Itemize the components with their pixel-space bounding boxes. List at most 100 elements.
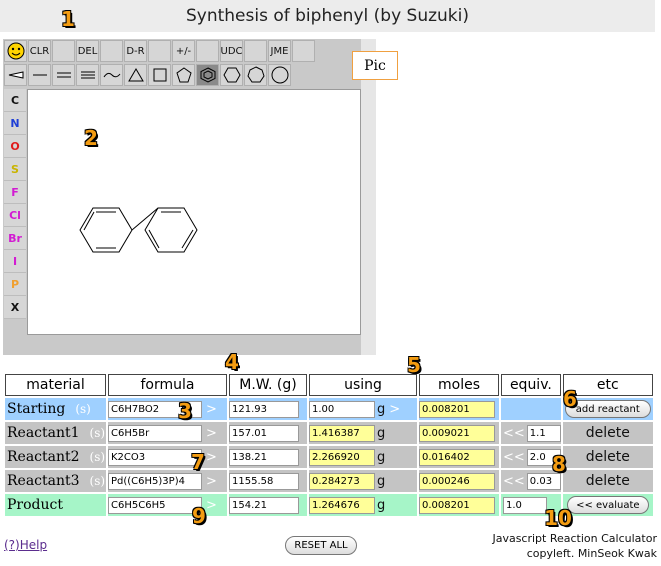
atom-x-button[interactable]: X (4, 296, 26, 319)
material-name: Reactant1 (7, 425, 80, 441)
material-name: Reactant3 (7, 473, 80, 489)
delete-button[interactable]: delete (562, 470, 653, 492)
jme-button[interactable]: JME (268, 40, 291, 62)
material-name: Product (7, 497, 63, 513)
arrow-right-icon[interactable]: > (389, 402, 400, 417)
reaction-table: material formula M.W. (g) using moles eq… (3, 372, 655, 518)
heptagon-icon[interactable] (244, 64, 267, 86)
delete-tool-button[interactable]: DEL (76, 40, 99, 62)
wedge-icon[interactable] (4, 64, 27, 86)
octagon-icon[interactable] (268, 64, 291, 86)
mw-cell: 157.01 (229, 422, 307, 444)
mw-input[interactable]: 1155.58 (229, 472, 299, 490)
callout-badge-10: 10 (544, 506, 572, 530)
col-header-equiv: equiv. (501, 374, 561, 396)
state-label[interactable]: (s) (90, 426, 106, 440)
mw-input[interactable]: 121.93 (229, 400, 299, 418)
moles-input[interactable]: 0.008201 (419, 496, 495, 514)
atom-i-button[interactable]: I (4, 250, 26, 273)
evaluate-button[interactable]: << evaluate (566, 496, 649, 514)
using-cell: 0.284273 g (309, 470, 417, 492)
pentagon-icon[interactable] (172, 64, 195, 86)
unit-label: g (377, 449, 386, 465)
clear-button[interactable]: CLR (28, 40, 51, 62)
molecule-editor[interactable]: CLR DEL D-R +/- UDC JME C N O S F Cl Br … (3, 39, 361, 355)
moles-input[interactable]: 0.008201 (419, 400, 495, 418)
charge-button[interactable]: +/- (172, 40, 195, 62)
callout-badge-1: 1 (61, 7, 75, 31)
moles-input[interactable]: 0.000246 (419, 472, 495, 490)
undo-button[interactable]: UDC (220, 40, 243, 62)
triple-bond-icon[interactable] (76, 64, 99, 86)
state-label[interactable]: (s) (90, 474, 106, 488)
equiv-input[interactable]: 1.1 (526, 424, 561, 442)
help-link[interactable]: (?)Help (4, 538, 47, 552)
mw-cell: 138.21 (229, 446, 307, 468)
using-input[interactable]: 0.284273 (309, 472, 375, 490)
mw-cell: 1155.58 (229, 470, 307, 492)
atom-p-button[interactable]: P (4, 273, 26, 296)
arrow-right-icon[interactable]: > (206, 402, 217, 417)
arrow-left-icon[interactable]: << (503, 474, 525, 489)
material-cell: Starting (s) (5, 398, 106, 420)
formula-input[interactable]: Pd((C6H5)3P)4 (108, 472, 202, 490)
atom-f-button[interactable]: F (4, 181, 26, 204)
mw-input[interactable]: 157.01 (229, 424, 299, 442)
material-name: Reactant2 (7, 449, 80, 465)
col-header-using: using (309, 374, 417, 396)
moles-cell: 0.000246 (419, 470, 499, 492)
delete-button[interactable]: delete (562, 446, 653, 468)
col-header-moles: moles (419, 374, 499, 396)
unit-label: g (377, 497, 386, 513)
arrow-right-icon[interactable]: > (206, 474, 217, 489)
unit-label: g (377, 425, 386, 441)
delete-r-button[interactable]: D-R (124, 40, 147, 62)
using-cell: 2.266920 g (309, 446, 417, 468)
arrow-left-icon[interactable]: << (503, 450, 525, 465)
mw-input[interactable]: 154.21 (229, 496, 299, 514)
formula-cell: Pd((C6H5)3P)4 > (108, 470, 227, 492)
toolbar-blank (196, 40, 219, 62)
pic-button[interactable]: Pic (352, 51, 398, 80)
state-label[interactable]: (s) (75, 402, 91, 416)
single-bond-icon[interactable] (28, 64, 51, 86)
material-cell: Reactant1 (s) (5, 422, 106, 444)
callout-badge-9: 9 (192, 504, 206, 528)
callout-badge-4: 4 (225, 350, 239, 374)
atom-n-button[interactable]: N (4, 112, 26, 135)
arrow-left-icon[interactable]: << (503, 426, 525, 441)
using-input[interactable]: 1.00 (309, 400, 375, 418)
square-icon[interactable] (148, 64, 171, 86)
toolbar-blank (148, 40, 171, 62)
mw-input[interactable]: 138.21 (229, 448, 299, 466)
callout-badge-7: 7 (191, 450, 205, 474)
atom-o-button[interactable]: O (4, 135, 26, 158)
double-bond-icon[interactable] (52, 64, 75, 86)
col-header-mw: M.W. (g) (229, 374, 307, 396)
benzene-icon[interactable] (196, 64, 219, 86)
credit-line-2: copyleft. MinSeok Kwak (526, 547, 657, 560)
equiv-input[interactable]: 1.0 (503, 496, 547, 514)
smiley-icon[interactable] (4, 40, 27, 62)
moles-input[interactable]: 0.009021 (419, 424, 495, 442)
atom-s-button[interactable]: S (4, 158, 26, 181)
atom-cl-button[interactable]: Cl (4, 204, 26, 227)
using-input[interactable]: 1.264676 (309, 496, 375, 514)
callout-badge-8: 8 (552, 452, 566, 476)
drawing-canvas[interactable] (27, 89, 361, 335)
arrow-right-icon[interactable]: > (206, 426, 217, 441)
page-title: Synthesis of biphenyl (by Suzuki) (185, 6, 469, 26)
chain-icon[interactable] (100, 64, 123, 86)
triangle-icon[interactable] (124, 64, 147, 86)
state-label[interactable]: (s) (90, 450, 106, 464)
using-input[interactable]: 1.416387 (309, 424, 375, 442)
moles-input[interactable]: 0.016402 (419, 448, 495, 466)
using-input[interactable]: 2.266920 (309, 448, 375, 466)
title-bar: Synthesis of biphenyl (by Suzuki) (0, 0, 655, 32)
delete-button[interactable]: delete (562, 422, 653, 444)
reset-all-button[interactable]: RESET ALL (285, 536, 357, 555)
atom-br-button[interactable]: Br (4, 227, 26, 250)
formula-input[interactable]: C6H5Br (108, 424, 202, 442)
atom-c-button[interactable]: C (4, 89, 26, 112)
hexagon-icon[interactable] (220, 64, 243, 86)
